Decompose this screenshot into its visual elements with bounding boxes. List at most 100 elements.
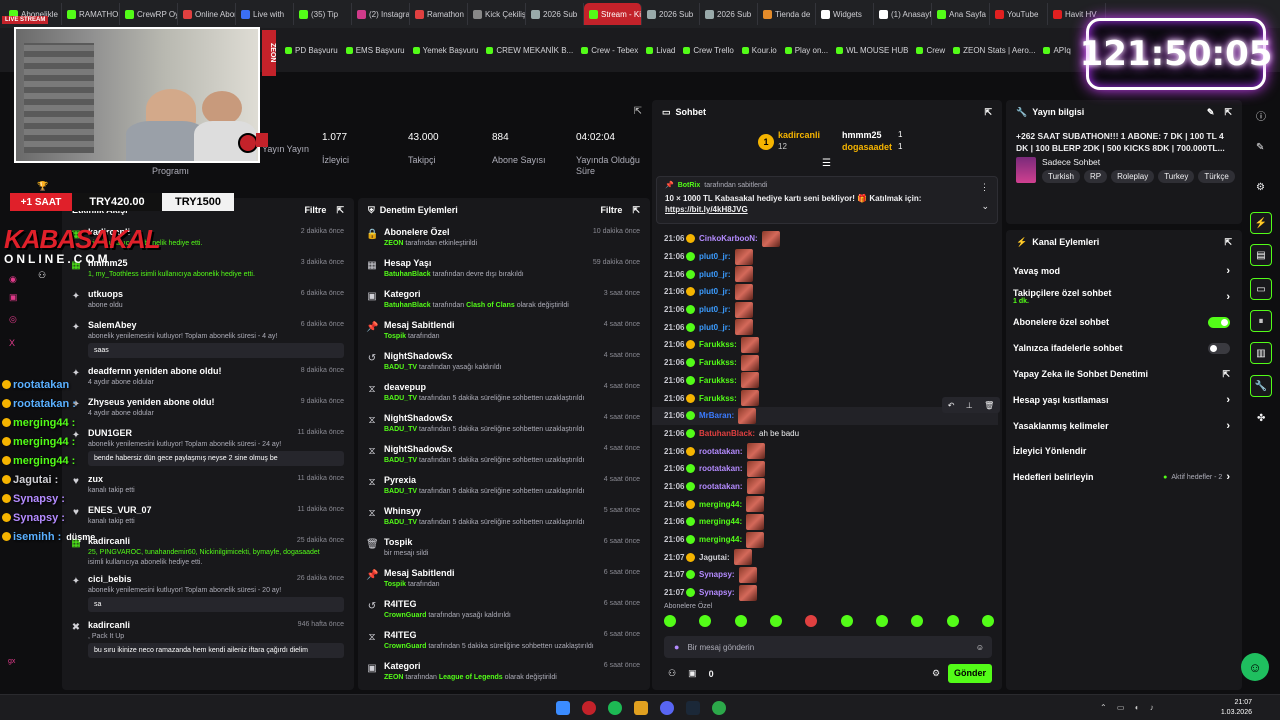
- moderation-item[interactable]: ↺ R4ITEG CrownGuard tarafından yasağı kald…: [358, 594, 650, 625]
- chat-icon[interactable]: ▭: [1250, 278, 1272, 300]
- moderation-item[interactable]: 🗑 Tospik bir mesajı sildi 6 saat önce: [358, 532, 650, 563]
- chat-message[interactable]: 21:07 Synapsy:: [652, 566, 998, 584]
- chat-message[interactable]: 21:06 Farukkss:: [652, 354, 998, 372]
- moderation-item[interactable]: ▣ Kategori BatuhanBlack tarafından Clash o…: [358, 284, 650, 315]
- moderation-item[interactable]: ⧖ NightShadowSx BADU_TV tarafından 5 dakik…: [358, 439, 650, 470]
- chat-message[interactable]: 21:06 merging44:: [652, 495, 998, 513]
- opera-icon[interactable]: [582, 701, 596, 715]
- bookmark[interactable]: Livad: [646, 46, 675, 55]
- tag-chip[interactable]: Roleplay: [1111, 170, 1155, 183]
- category-name[interactable]: League of Legends: [439, 674, 503, 681]
- activity-item[interactable]: ✖ kadircanli, Pack It Up bu sıru ikinize n…: [62, 615, 354, 661]
- bookmark[interactable]: Kour.io: [741, 46, 777, 55]
- settings-icon[interactable]: ◎: [9, 314, 17, 325]
- chat-message[interactable]: 21:07 Jagutai:: [652, 548, 998, 566]
- chat-username[interactable]: plut0_jr:: [699, 252, 731, 261]
- chat-username[interactable]: Farukkss:: [699, 394, 737, 403]
- emote-icon[interactable]: [981, 615, 994, 627]
- gx-icon[interactable]: gx: [8, 658, 15, 665]
- channel-action-row[interactable]: Yasaklanmış kelimeler ›: [1013, 413, 1242, 439]
- chat-username[interactable]: merging44:: [699, 517, 742, 526]
- chat-username[interactable]: Synapsy:: [699, 570, 735, 579]
- emote-icon[interactable]: [875, 615, 888, 627]
- moderator-name[interactable]: ZEON: [384, 240, 403, 247]
- moderation-item[interactable]: 📌 Mesaj Sabitlendi Tospik tarafından 6 saat…: [358, 563, 650, 594]
- spotify-icon[interactable]: [608, 701, 622, 715]
- bookmark[interactable]: ZEON Stats | Aero...: [953, 46, 1035, 55]
- plugin-icon[interactable]: ✤: [1257, 413, 1265, 424]
- activity-item[interactable]: ✦ cici_bebis abonelik yenilemesini kutluyo…: [62, 569, 354, 615]
- chat-message[interactable]: 21:06 plut0_jr:: [652, 283, 998, 301]
- activity-filter-button[interactable]: Filtre: [304, 205, 326, 215]
- folder-icon[interactable]: [634, 701, 648, 715]
- bookmark[interactable]: PD Başvuru: [285, 46, 338, 55]
- popout-icon[interactable]: ⇱: [632, 205, 640, 216]
- edit-icon[interactable]: ✎: [1207, 107, 1215, 118]
- chat-username[interactable]: MrBaran:: [699, 411, 734, 420]
- emote-icon[interactable]: [734, 615, 747, 627]
- chat-username[interactable]: merging44:: [699, 500, 742, 509]
- moderator-name[interactable]: Tospik: [384, 581, 406, 588]
- popout-icon[interactable]: ⇱: [984, 107, 992, 118]
- moderator-name[interactable]: ZEON: [384, 674, 403, 681]
- xbox-icon[interactable]: [712, 701, 726, 715]
- chat-username[interactable]: Farukkss:: [699, 340, 737, 349]
- emote-icon[interactable]: [699, 615, 712, 627]
- chat-username[interactable]: BatuhanBlack:: [699, 429, 755, 438]
- chat-username[interactable]: plut0_jr:: [699, 323, 731, 332]
- layout-icon[interactable]: ▥: [1250, 342, 1272, 364]
- chat-username[interactable]: CinkoKarbooN:: [699, 234, 758, 243]
- browser-tab[interactable]: YouTube: [990, 3, 1048, 25]
- more-icon[interactable]: ⋮: [980, 182, 989, 193]
- tag-chip[interactable]: Turkish: [1042, 170, 1080, 183]
- channel-action-row[interactable]: Takipçilere özel sohbet 1 dk. ›: [1013, 284, 1242, 310]
- moderation-item[interactable]: ⧖ Pyrexia BADU_TV tarafından 5 dakika süre…: [358, 470, 650, 501]
- channel-action-row[interactable]: Hedefleri belirleyin ● Aktif hedefler - 2 ›: [1013, 464, 1242, 490]
- users-icon[interactable]: ⚇: [668, 668, 676, 679]
- browser-tab[interactable]: (35) Tip: [294, 3, 352, 25]
- moderation-item[interactable]: ↺ NightShadowSx BADU_TV tarafından yasağı …: [358, 346, 650, 377]
- chat-input[interactable]: ● Bir mesaj gönderin ☺: [664, 636, 992, 658]
- browser-tab[interactable]: 2026 Sub: [526, 3, 584, 25]
- chat-username[interactable]: rootatakan:: [699, 482, 743, 491]
- tag-chip[interactable]: Turkey: [1158, 170, 1195, 183]
- chat-username[interactable]: rootatakan:: [699, 464, 743, 473]
- emote-icon[interactable]: [911, 615, 924, 627]
- tray-icons[interactable]: ⌃ ▭ ◐ ♪: [1100, 703, 1158, 712]
- info-icon[interactable]: ⓘ: [1256, 108, 1266, 123]
- browser-tab[interactable]: Online Abone: [178, 3, 236, 25]
- chat-message[interactable]: 21:06 rootatakan:: [652, 478, 998, 496]
- chat-username[interactable]: plut0_jr:: [699, 305, 731, 314]
- top-gifter-name[interactable]: kadircanli: [778, 130, 820, 140]
- popout-icon[interactable]: ⇱: [1224, 237, 1232, 248]
- channel-action-row[interactable]: Yalnızca ifadelerle sohbet: [1013, 335, 1242, 361]
- edit-icon[interactable]: ✎: [1256, 142, 1264, 153]
- discord-icon[interactable]: [660, 701, 674, 715]
- gear-icon[interactable]: ⚙: [932, 668, 940, 679]
- moderator-name[interactable]: BADU_TV: [384, 395, 417, 402]
- settings-icon[interactable]: ⚙: [1256, 182, 1265, 193]
- category-name[interactable]: Clash of Clans: [466, 302, 515, 309]
- moderator-name[interactable]: Tospik: [384, 333, 406, 340]
- moderator-name[interactable]: CrownGuard: [384, 643, 426, 650]
- reply-icon[interactable]: ↶: [948, 401, 955, 410]
- tag-chip[interactable]: RP: [1083, 170, 1108, 183]
- activity-item[interactable]: ✦ SalemAbey abonelik yenilemesini kutluyor…: [62, 315, 354, 361]
- category-thumbnail[interactable]: [1016, 157, 1036, 183]
- moderation-item[interactable]: 🔒 Abonelere Özel ZEON tarafından etkinleşt…: [358, 222, 650, 253]
- top-gifter-name[interactable]: dogasaadet: [842, 142, 892, 152]
- toggle-switch[interactable]: [1208, 342, 1230, 354]
- chevron-down-icon[interactable]: ⌄: [981, 201, 989, 212]
- browser-tab[interactable]: Widgets: [816, 3, 874, 25]
- chat-message[interactable]: 21:06 merging44:: [652, 531, 998, 549]
- help-chat-button[interactable]: ☺: [1241, 653, 1269, 681]
- channel-action-row[interactable]: Yapay Zeka ile Sohbet Denetimi ⇱: [1013, 361, 1242, 387]
- chat-message[interactable]: 21:06 merging44:: [652, 513, 998, 531]
- browser-tab[interactable]: CrewRP Oyun: [120, 3, 178, 25]
- emote-icon[interactable]: [840, 615, 853, 627]
- tv-icon[interactable]: ▣: [9, 292, 18, 303]
- browser-tab[interactable]: Tienda de: [758, 3, 816, 25]
- chat-message[interactable]: 21:06 BatuhanBlack: ah be badu: [652, 425, 998, 443]
- channel-action-row[interactable]: Abonelere özel sohbet: [1013, 310, 1242, 336]
- chat-username[interactable]: Farukkss:: [699, 376, 737, 385]
